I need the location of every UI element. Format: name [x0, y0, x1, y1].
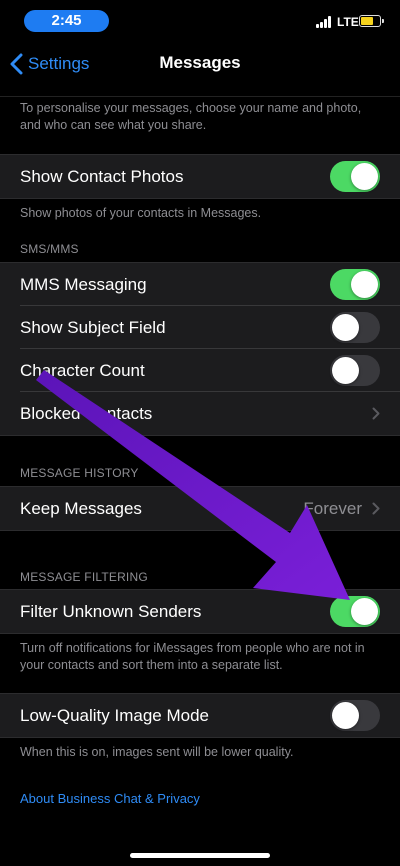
page-title: Messages [159, 53, 241, 72]
character-count-toggle[interactable] [330, 355, 380, 386]
keep-messages-row[interactable]: Keep Messages Forever [0, 487, 400, 530]
mms-messaging-row: MMS Messaging [0, 263, 400, 306]
battery-icon [359, 15, 384, 27]
status-time: 2:45 [24, 10, 109, 32]
blocked-contacts-row[interactable]: Blocked Contacts [0, 391, 400, 435]
message-history-group: Keep Messages Forever [0, 486, 400, 531]
divider [0, 96, 400, 97]
character-count-row: Character Count [0, 348, 400, 392]
message-filtering-header: MESSAGE FILTERING [20, 570, 148, 584]
low-quality-footer: When this is on, images sent will be low… [20, 745, 294, 759]
home-indicator[interactable] [130, 853, 270, 858]
keep-messages-value: Forever [303, 499, 362, 518]
toggle-knob [351, 598, 378, 625]
toggle-knob [351, 163, 378, 190]
low-quality-image-mode-row: Low-Quality Image Mode [0, 694, 400, 737]
filter-unknown-senders-label: Filter Unknown Senders [20, 601, 202, 621]
chevron-right-icon [372, 502, 380, 515]
toggle-knob [332, 314, 359, 341]
about-business-chat-link[interactable]: About Business Chat & Privacy [20, 791, 200, 806]
toggle-knob [332, 357, 359, 384]
show-contact-photos-toggle[interactable] [330, 161, 380, 192]
show-contact-photos-label: Show Contact Photos [20, 166, 184, 186]
contact-photos-group: Show Contact Photos [0, 154, 400, 199]
message-history-header: MESSAGE HISTORY [20, 466, 139, 480]
character-count-label: Character Count [20, 360, 145, 380]
filter-unknown-senders-toggle[interactable] [330, 596, 380, 627]
sms-mms-header: SMS/MMS [20, 242, 79, 256]
show-subject-field-label: Show Subject Field [20, 317, 166, 337]
low-quality-image-mode-label: Low-Quality Image Mode [20, 705, 209, 725]
blocked-contacts-label: Blocked Contacts [20, 403, 153, 423]
status-bar: 2:45 LTE [0, 0, 400, 44]
intro-text: To personalise your messages, choose you… [20, 101, 362, 132]
mms-messaging-toggle[interactable] [330, 269, 380, 300]
network-type: LTE [337, 15, 359, 29]
low-quality-group: Low-Quality Image Mode [0, 693, 400, 738]
toggle-knob [332, 702, 359, 729]
keep-messages-label: Keep Messages [20, 498, 142, 518]
cellular-signal-icon [316, 16, 332, 28]
filter-unknown-senders-row: Filter Unknown Senders [0, 590, 400, 633]
contact-photos-footer: Show photos of your contacts in Messages… [20, 206, 262, 220]
sms-mms-group: MMS Messaging Show Subject Field Charact… [0, 262, 400, 436]
message-filtering-group: Filter Unknown Senders [0, 589, 400, 634]
show-subject-field-row: Show Subject Field [0, 305, 400, 349]
message-filtering-footer: Turn off notifications for iMessages fro… [20, 641, 365, 672]
toggle-knob [351, 271, 378, 298]
chevron-right-icon [372, 407, 380, 420]
show-contact-photos-row: Show Contact Photos [0, 155, 400, 198]
navigation-bar: Settings Messages [0, 44, 400, 84]
show-subject-field-toggle[interactable] [330, 312, 380, 343]
low-quality-image-mode-toggle[interactable] [330, 700, 380, 731]
mms-messaging-label: MMS Messaging [20, 274, 147, 294]
